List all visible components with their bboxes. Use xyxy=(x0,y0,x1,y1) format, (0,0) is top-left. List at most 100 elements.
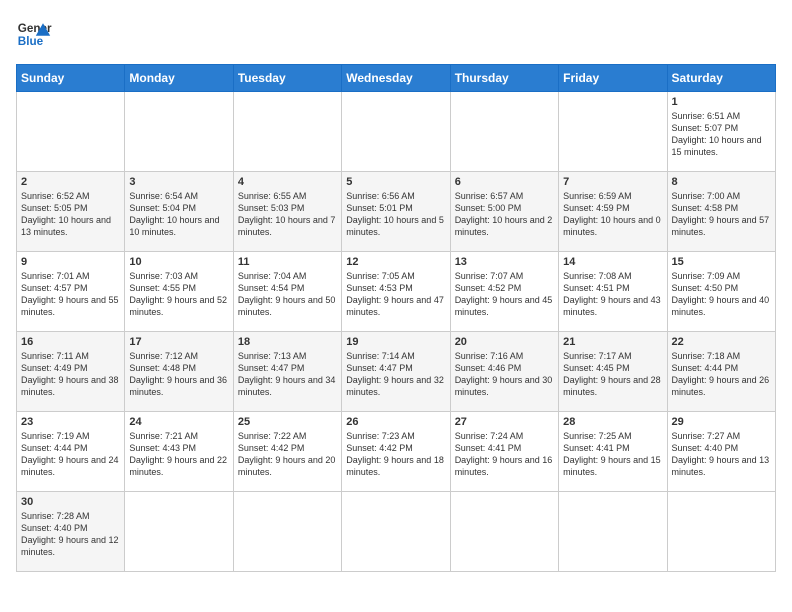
cell-info: Sunrise: 7:12 AM Sunset: 4:48 PM Dayligh… xyxy=(129,350,228,399)
cell-info: Sunrise: 7:11 AM Sunset: 4:49 PM Dayligh… xyxy=(21,350,120,399)
cell-info: Sunrise: 7:14 AM Sunset: 4:47 PM Dayligh… xyxy=(346,350,445,399)
calendar-cell xyxy=(559,92,667,172)
day-header-saturday: Saturday xyxy=(667,65,775,92)
calendar-cell: 16 Sunrise: 7:11 AM Sunset: 4:49 PM Dayli… xyxy=(17,332,125,412)
calendar-cell xyxy=(559,492,667,572)
cell-info: Sunrise: 7:28 AM Sunset: 4:40 PM Dayligh… xyxy=(21,510,120,559)
calendar-cell: 5 Sunrise: 6:56 AM Sunset: 5:01 PM Daylig… xyxy=(342,172,450,252)
day-number: 28 xyxy=(563,416,662,428)
day-number: 14 xyxy=(563,256,662,268)
calendar-cell: 8 Sunrise: 7:00 AM Sunset: 4:58 PM Daylig… xyxy=(667,172,775,252)
calendar-cell xyxy=(342,92,450,172)
calendar-cell xyxy=(17,92,125,172)
day-number: 19 xyxy=(346,336,445,348)
day-number: 26 xyxy=(346,416,445,428)
calendar-cell: 21 Sunrise: 7:17 AM Sunset: 4:45 PM Dayli… xyxy=(559,332,667,412)
day-header-wednesday: Wednesday xyxy=(342,65,450,92)
calendar-cell xyxy=(450,92,558,172)
calendar-cell: 18Sunrise: 7:13 AM Sunset: 4:47 PM Dayli… xyxy=(233,332,341,412)
calendar-cell: 22Sunrise: 7:18 AM Sunset: 4:44 PM Dayli… xyxy=(667,332,775,412)
calendar-cell: 20 Sunrise: 7:16 AM Sunset: 4:46 PM Dayli… xyxy=(450,332,558,412)
day-number: 30 xyxy=(21,496,120,508)
calendar-cell: 29 Sunrise: 7:27 AM Sunset: 4:40 PM Dayli… xyxy=(667,412,775,492)
calendar-cell xyxy=(233,492,341,572)
calendar-table: SundayMondayTuesdayWednesdayThursdayFrid… xyxy=(16,64,776,572)
day-number: 17 xyxy=(129,336,228,348)
cell-info: Sunrise: 7:09 AM Sunset: 4:50 PM Dayligh… xyxy=(672,270,771,319)
day-number: 7 xyxy=(563,176,662,188)
day-number: 15 xyxy=(672,256,771,268)
cell-info: Sunrise: 7:27 AM Sunset: 4:40 PM Dayligh… xyxy=(672,430,771,479)
calendar-cell xyxy=(342,492,450,572)
cell-info: Sunrise: 7:01 AM Sunset: 4:57 PM Dayligh… xyxy=(21,270,120,319)
day-number: 29 xyxy=(672,416,771,428)
cell-info: Sunrise: 7:18 AM Sunset: 4:44 PM Dayligh… xyxy=(672,350,771,399)
day-number: 1 xyxy=(672,96,771,108)
cell-info: Sunrise: 7:04 AM Sunset: 4:54 PM Dayligh… xyxy=(238,270,337,319)
cell-info: Sunrise: 7:07 AM Sunset: 4:52 PM Dayligh… xyxy=(455,270,554,319)
day-header-tuesday: Tuesday xyxy=(233,65,341,92)
cell-info: Sunrise: 7:23 AM Sunset: 4:42 PM Dayligh… xyxy=(346,430,445,479)
calendar-cell: 28 Sunrise: 7:25 AM Sunset: 4:41 PM Dayli… xyxy=(559,412,667,492)
cell-info: Sunrise: 6:57 AM Sunset: 5:00 PM Dayligh… xyxy=(455,190,554,239)
calendar-cell: 13 Sunrise: 7:07 AM Sunset: 4:52 PM Dayli… xyxy=(450,252,558,332)
day-header-monday: Monday xyxy=(125,65,233,92)
cell-info: Sunrise: 7:19 AM Sunset: 4:44 PM Dayligh… xyxy=(21,430,120,479)
calendar-cell: 23Sunrise: 7:19 AM Sunset: 4:44 PM Dayli… xyxy=(17,412,125,492)
day-number: 11 xyxy=(238,256,337,268)
cell-info: Sunrise: 6:55 AM Sunset: 5:03 PM Dayligh… xyxy=(238,190,337,239)
calendar-cell: 19 Sunrise: 7:14 AM Sunset: 4:47 PM Dayli… xyxy=(342,332,450,412)
day-number: 16 xyxy=(21,336,120,348)
day-number: 4 xyxy=(238,176,337,188)
logo-icon: General Blue xyxy=(16,16,52,52)
cell-info: Sunrise: 7:22 AM Sunset: 4:42 PM Dayligh… xyxy=(238,430,337,479)
cell-info: Sunrise: 7:17 AM Sunset: 4:45 PM Dayligh… xyxy=(563,350,662,399)
day-header-sunday: Sunday xyxy=(17,65,125,92)
day-number: 9 xyxy=(21,256,120,268)
cell-info: Sunrise: 6:56 AM Sunset: 5:01 PM Dayligh… xyxy=(346,190,445,239)
day-number: 10 xyxy=(129,256,228,268)
calendar-cell: 17 Sunrise: 7:12 AM Sunset: 4:48 PM Dayli… xyxy=(125,332,233,412)
day-number: 13 xyxy=(455,256,554,268)
calendar-cell: 27 Sunrise: 7:24 AM Sunset: 4:41 PM Dayli… xyxy=(450,412,558,492)
cell-info: Sunrise: 6:54 AM Sunset: 5:04 PM Dayligh… xyxy=(129,190,228,239)
cell-info: Sunrise: 7:16 AM Sunset: 4:46 PM Dayligh… xyxy=(455,350,554,399)
calendar-cell: 12 Sunrise: 7:05 AM Sunset: 4:53 PM Dayli… xyxy=(342,252,450,332)
calendar-cell: 6 Sunrise: 6:57 AM Sunset: 5:00 PM Daylig… xyxy=(450,172,558,252)
cell-info: Sunrise: 7:21 AM Sunset: 4:43 PM Dayligh… xyxy=(129,430,228,479)
cell-info: Sunrise: 7:24 AM Sunset: 4:41 PM Dayligh… xyxy=(455,430,554,479)
cell-info: Sunrise: 7:13 AM Sunset: 4:47 PM Dayligh… xyxy=(238,350,337,399)
calendar-cell xyxy=(450,492,558,572)
day-number: 5 xyxy=(346,176,445,188)
cell-info: Sunrise: 7:03 AM Sunset: 4:55 PM Dayligh… xyxy=(129,270,228,319)
day-number: 12 xyxy=(346,256,445,268)
day-number: 8 xyxy=(672,176,771,188)
calendar-cell: 30 Sunrise: 7:28 AM Sunset: 4:40 PM Dayli… xyxy=(17,492,125,572)
cell-info: Sunrise: 6:52 AM Sunset: 5:05 PM Dayligh… xyxy=(21,190,120,239)
calendar-cell xyxy=(125,492,233,572)
day-number: 3 xyxy=(129,176,228,188)
calendar-cell: 1 Sunrise: 6:51 AM Sunset: 5:07 PM Daylig… xyxy=(667,92,775,172)
cell-info: Sunrise: 6:59 AM Sunset: 4:59 PM Dayligh… xyxy=(563,190,662,239)
day-number: 24 xyxy=(129,416,228,428)
calendar-cell: 15 Sunrise: 7:09 AM Sunset: 4:50 PM Dayli… xyxy=(667,252,775,332)
day-number: 6 xyxy=(455,176,554,188)
day-header-friday: Friday xyxy=(559,65,667,92)
day-header-thursday: Thursday xyxy=(450,65,558,92)
calendar-cell xyxy=(667,492,775,572)
calendar-cell xyxy=(233,92,341,172)
cell-info: Sunrise: 7:05 AM Sunset: 4:53 PM Dayligh… xyxy=(346,270,445,319)
calendar-cell: 7 Sunrise: 6:59 AM Sunset: 4:59 PM Daylig… xyxy=(559,172,667,252)
calendar-cell: 25 Sunrise: 7:22 AM Sunset: 4:42 PM Dayli… xyxy=(233,412,341,492)
cell-info: Sunrise: 7:00 AM Sunset: 4:58 PM Dayligh… xyxy=(672,190,771,239)
cell-info: Sunrise: 6:51 AM Sunset: 5:07 PM Dayligh… xyxy=(672,110,771,159)
day-number: 25 xyxy=(238,416,337,428)
day-number: 27 xyxy=(455,416,554,428)
day-number: 21 xyxy=(563,336,662,348)
cell-info: Sunrise: 7:25 AM Sunset: 4:41 PM Dayligh… xyxy=(563,430,662,479)
svg-text:Blue: Blue xyxy=(18,35,44,48)
calendar-cell: 26 Sunrise: 7:23 AM Sunset: 4:42 PM Dayli… xyxy=(342,412,450,492)
calendar-cell: 9 Sunrise: 7:01 AM Sunset: 4:57 PM Daylig… xyxy=(17,252,125,332)
logo: General Blue xyxy=(16,16,52,52)
day-number: 20 xyxy=(455,336,554,348)
